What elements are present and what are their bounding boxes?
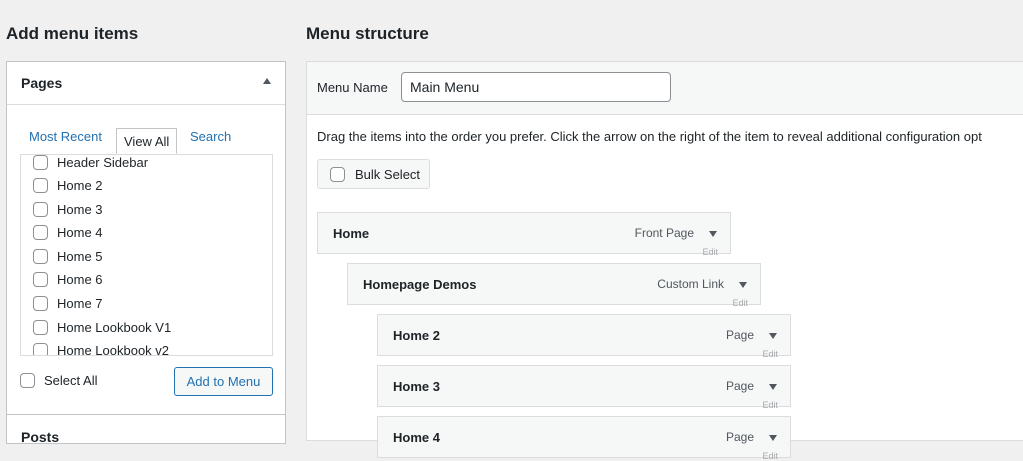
menu-item-type: Page <box>725 379 754 393</box>
tab-view-all[interactable]: View All <box>116 128 178 154</box>
list-item-label: Home Lookbook v2 <box>57 342 170 356</box>
menu-item-type: Front Page <box>634 226 694 240</box>
tab-search[interactable]: Search <box>190 129 231 144</box>
list-item-label: Home 6 <box>57 271 103 287</box>
select-all-checkbox[interactable] <box>20 373 35 388</box>
list-item-label: Home 2 <box>57 177 103 193</box>
collapse-arrow-icon[interactable] <box>263 78 271 84</box>
expand-arrow-icon[interactable] <box>709 231 717 237</box>
menu-structure-heading: Menu structure <box>306 24 429 43</box>
menu-item[interactable]: Home Front Page Edit <box>317 212 731 257</box>
select-all-label: Select All <box>44 373 98 388</box>
menu-item-type: Page <box>725 430 754 444</box>
list-item-label: Home 4 <box>57 224 103 240</box>
list-item[interactable]: Home 5 <box>33 246 103 266</box>
add-menu-items-heading: Add menu items <box>6 24 139 43</box>
pages-panel-title: Pages <box>21 75 63 91</box>
list-item[interactable]: Home 6 <box>33 269 103 289</box>
list-item-label: Home 7 <box>57 295 103 311</box>
menu-item[interactable]: Home 3 Page Edit <box>377 365 791 410</box>
list-item[interactable]: Home Lookbook V1 <box>33 317 171 337</box>
expand-arrow-icon[interactable] <box>739 282 747 288</box>
list-item[interactable]: Home 7 <box>33 293 103 313</box>
tab-most-recent[interactable]: Most Recent <box>29 129 102 144</box>
expand-arrow-icon[interactable] <box>769 384 777 390</box>
list-item-label: Home Lookbook V1 <box>57 319 172 335</box>
checkbox[interactable] <box>33 201 48 217</box>
list-item[interactable]: Header Sidebar <box>33 154 149 172</box>
menu-item-title: Home 3 <box>393 379 440 394</box>
list-item-label: Header Sidebar <box>57 154 149 170</box>
posts-panel-title: Posts <box>21 429 60 445</box>
menu-item-title: Home 2 <box>393 328 440 343</box>
menu-item[interactable]: Home 2 Page Edit <box>377 314 791 359</box>
menu-item[interactable]: Homepage Demos Custom Link Edit <box>347 263 761 308</box>
checkbox[interactable] <box>33 319 48 335</box>
menu-item-title: Home <box>333 226 370 241</box>
add-to-menu-button[interactable]: Add to Menu <box>174 367 273 396</box>
menu-item-edit: Edit <box>732 298 748 308</box>
list-item[interactable]: Home 3 <box>33 199 103 219</box>
posts-panel[interactable]: Posts <box>6 414 286 445</box>
checkbox[interactable] <box>33 342 48 355</box>
menu-item-title: Home 4 <box>393 430 440 445</box>
list-item-label: Home 3 <box>57 201 103 217</box>
menu-item-edit: Edit <box>762 451 778 461</box>
list-item[interactable]: Home 4 <box>33 222 103 242</box>
bulk-select-label: Bulk Select <box>355 166 421 182</box>
expand-arrow-icon[interactable] <box>769 435 777 441</box>
menu-item[interactable]: Home 4 Page Edit <box>377 416 791 461</box>
menu-item-edit: Edit <box>762 400 778 410</box>
checkbox[interactable] <box>33 177 48 193</box>
drag-instructions: Drag the items into the order you prefer… <box>317 129 982 144</box>
list-item-label: Home 5 <box>57 248 103 264</box>
menu-name-input[interactable] <box>401 72 671 102</box>
list-item[interactable]: Home 2 <box>33 175 103 195</box>
menu-item-type: Page <box>725 328 754 342</box>
checkbox[interactable] <box>33 224 48 240</box>
checkbox[interactable] <box>33 155 48 170</box>
menu-item-title: Homepage Demos <box>363 277 477 292</box>
menu-header: Menu Name <box>307 62 1023 115</box>
checkbox[interactable] <box>33 295 48 311</box>
checkbox[interactable] <box>33 271 48 287</box>
select-all[interactable]: Select All <box>20 373 97 388</box>
checkbox[interactable] <box>33 248 48 264</box>
menu-item-edit: Edit <box>762 349 778 359</box>
expand-arrow-icon[interactable] <box>769 333 777 339</box>
menu-item-edit: Edit <box>702 247 718 257</box>
bulk-select-checkbox[interactable] <box>330 166 345 182</box>
menu-name-label: Menu Name <box>317 80 388 95</box>
menu-item-type: Custom Link <box>657 277 724 291</box>
pages-panel-header[interactable]: Pages <box>7 62 285 105</box>
list-item[interactable]: Home Lookbook v2 <box>33 340 170 356</box>
bulk-select-button[interactable]: Bulk Select <box>317 159 430 189</box>
pages-checklist[interactable]: Header Sidebar Home 2 Home 3 Home 4 Home… <box>20 154 273 356</box>
